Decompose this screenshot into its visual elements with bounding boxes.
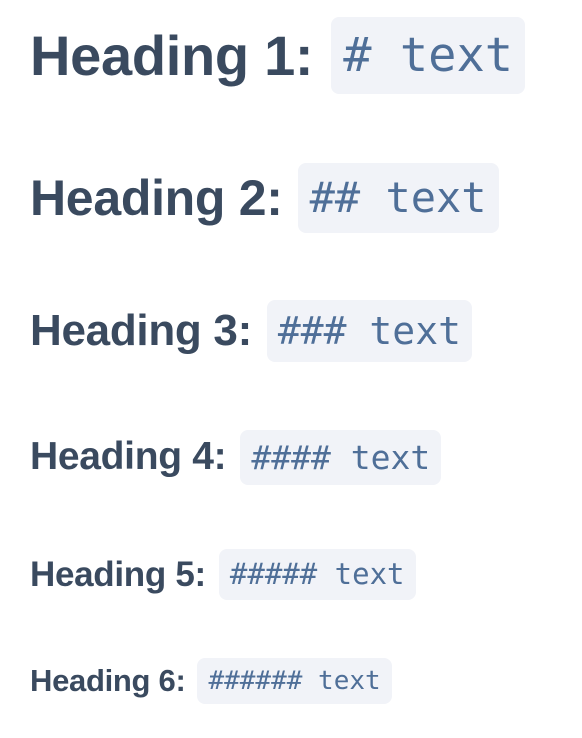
heading-4-row: Heading 4: #### text: [30, 428, 442, 486]
heading-3-label: Heading 3:: [30, 306, 252, 355]
heading-6-row: Heading 6: ###### text: [30, 657, 392, 705]
heading-3-row: Heading 3: ### text: [30, 299, 472, 363]
heading-2-syntax: ## text: [297, 163, 499, 233]
heading-1-syntax: # text: [331, 16, 526, 94]
heading-1-label: Heading 1:: [30, 23, 314, 87]
heading-5-label: Heading 5:: [30, 554, 206, 594]
heading-5-syntax: ##### text: [218, 549, 416, 600]
heading-2-row: Heading 2: ## text: [30, 162, 499, 234]
heading-6-label: Heading 6:: [30, 663, 186, 698]
markdown-heading-reference: Heading 1: # text Heading 2: ## text Hea…: [0, 0, 582, 738]
heading-6-syntax: ###### text: [197, 658, 392, 704]
heading-4-syntax: #### text: [240, 429, 442, 485]
heading-1-row: Heading 1: # text: [30, 16, 526, 94]
heading-5-row: Heading 5: ##### text: [30, 547, 416, 602]
heading-4-label: Heading 4:: [30, 435, 227, 478]
heading-3-syntax: ### text: [266, 300, 472, 362]
heading-2-label: Heading 2:: [30, 170, 283, 226]
